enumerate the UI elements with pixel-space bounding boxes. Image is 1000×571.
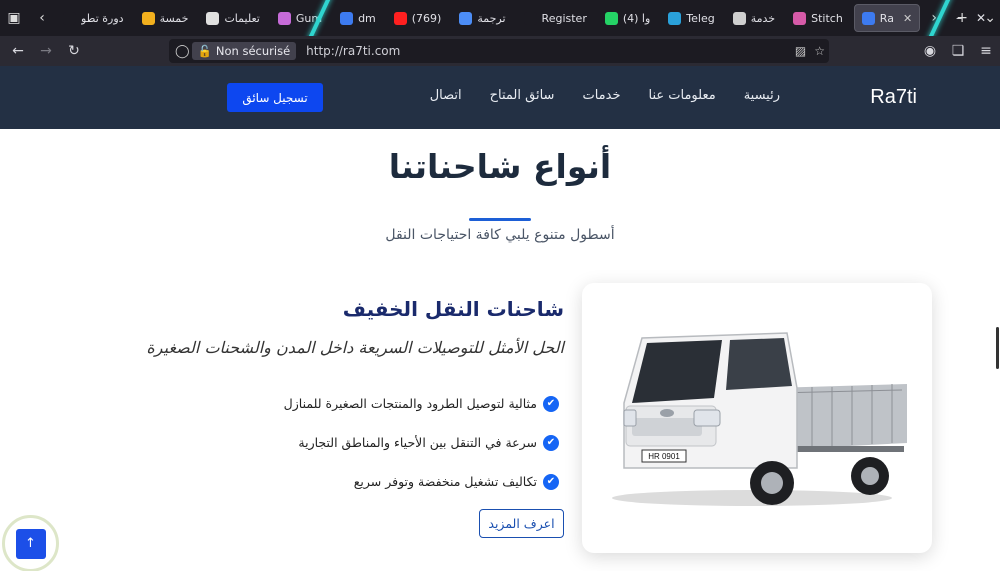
tab-label: (4) وا (622, 11, 651, 25)
feature-list: ✔ مثالية لتوصيل الطرود والمنتجات الصغيرة … (199, 384, 559, 501)
browser-tab[interactable]: dm (333, 4, 383, 32)
learn-more-button[interactable]: اعرف المزيد (479, 509, 564, 538)
browser-tab[interactable]: خدمة (726, 4, 782, 32)
nav-link[interactable]: اتصال (430, 88, 462, 103)
register-driver-button[interactable]: تسجيل سائق (227, 83, 323, 112)
feature-item: ✔ تكاليف تشغيل منخفضة وتوفر سريع (199, 462, 559, 501)
insecure-lock-icon: 🔓 (197, 44, 212, 58)
browser-tab[interactable]: Register (517, 4, 594, 32)
extensions-icon[interactable]: ❏ (944, 38, 972, 64)
tab-label: خدمة (750, 11, 776, 25)
truck-type-tagline: الحل الأمثل للتوصيلات السريعة داخل المدن… (146, 338, 564, 357)
nav-link[interactable]: سائق المتاح (490, 88, 555, 103)
main-menu: رئيسية معلومات عنا خدمات سائق المتاح اتصال (430, 88, 780, 103)
scroll-to-top-button[interactable]: ↑ (15, 528, 46, 559)
tab-label: dm (358, 11, 376, 25)
scroll-to-top-highlight: ↑ (2, 515, 59, 571)
menu-icon[interactable]: ≡ (972, 38, 1000, 64)
tab-favicon-icon (668, 11, 682, 25)
tab-label: Teleg (686, 11, 715, 25)
tab-label: ترجمة (477, 11, 506, 25)
truck-type-title: شاحنات النقل الخفيف (342, 297, 564, 321)
tab-label: (769) (411, 11, 442, 25)
browser-tab-bar: ▣ ‹ دورة تطو خمسة تعليمات Gum dm (769) ترجمة Re… (0, 0, 1000, 36)
license-plate: HR 0901 (648, 452, 680, 461)
nav-link[interactable]: خدمات (582, 88, 620, 103)
feature-item: ✔ مثالية لتوصيل الطرود والمنتجات الصغيرة … (199, 384, 559, 423)
account-icon[interactable]: ◉ (916, 38, 944, 64)
tab-favicon-icon (861, 11, 875, 25)
window-controls: – ✕ (956, 0, 986, 36)
url-text[interactable]: http://ra7ti.com (306, 44, 400, 58)
security-label: Non sécurisé (215, 44, 291, 58)
nav-link[interactable]: معلومات عنا (648, 88, 715, 103)
page-scrollbar[interactable] (996, 327, 999, 369)
browser-tab[interactable]: دورة تطو (56, 4, 131, 32)
url-actions: ▨ ☆ (795, 39, 825, 63)
tab-label: دورة تطو (81, 11, 124, 25)
check-circle-icon: ✔ (543, 473, 559, 490)
tab-favicon-icon (141, 11, 155, 25)
browser-tab[interactable]: تعليمات (199, 4, 266, 32)
scroll-tabs-left-icon[interactable]: ‹ (28, 4, 56, 32)
tab-label: Register (541, 11, 587, 25)
tab-favicon-icon (277, 11, 291, 25)
browser-tab[interactable]: Ra ✕ (853, 4, 921, 32)
back-icon[interactable]: ← (4, 38, 32, 64)
reload-icon[interactable]: ↻ (60, 38, 88, 64)
tab-favicon-icon (393, 11, 407, 25)
title-underline (469, 218, 531, 221)
tab-strip: دورة تطو خمسة تعليمات Gum dm (769) ترجمة Regist… (56, 4, 921, 32)
tab-favicon-icon (63, 11, 76, 25)
arrow-up-icon: ↑ (25, 536, 36, 551)
browser-tab[interactable]: خمسة (135, 4, 196, 32)
browser-tab[interactable]: Teleg (661, 4, 721, 32)
feature-item: ✔ سرعة في التنقل بين الأحياء والمناطق الت… (199, 423, 559, 462)
brand-logo[interactable]: Ra7ti (870, 86, 917, 109)
browser-tab[interactable]: (4) وا (598, 4, 657, 32)
site-header: Ra7ti رئيسية معلومات عنا خدمات سائق المتاح ا… (0, 66, 1000, 129)
bookmark-star-icon[interactable]: ☆ (814, 44, 825, 58)
tab-favicon-icon (459, 11, 473, 25)
security-indicator[interactable]: 🔓 Non sécurisé (191, 42, 297, 60)
minimize-icon[interactable]: – (956, 11, 962, 25)
page-title: أنواع شاحناتنا (388, 147, 612, 186)
tab-label: Ra (879, 11, 894, 25)
close-tab-icon[interactable]: ✕ (903, 12, 912, 25)
forward-icon[interactable]: → (32, 38, 60, 64)
toolbar-right: ◉ ❏ ≡ (916, 36, 1000, 66)
close-window-icon[interactable]: ✕ (976, 11, 986, 25)
translate-icon[interactable]: ▨ (795, 44, 806, 58)
truck-image: HR 0901 (612, 332, 907, 506)
page-subtitle: أسطول متنوع يلبي كافة احتياجات النقل (385, 227, 615, 243)
tab-favicon-icon (793, 11, 807, 25)
feature-text: تكاليف تشغيل منخفضة وتوفر سريع (353, 474, 537, 489)
tab-favicon-icon (206, 11, 220, 25)
browser-tab[interactable]: (769) (387, 4, 449, 32)
browser-tab[interactable]: Stitch (786, 4, 850, 32)
truck-image-card: HR 0901 (582, 283, 932, 553)
url-bar[interactable]: ◯ 🔓 Non sécurisé http://ra7ti.com ▨ ☆ (169, 39, 829, 63)
tab-label: Stitch (811, 11, 843, 25)
tab-favicon-icon (732, 11, 746, 25)
tab-favicon-icon (340, 11, 354, 25)
tab-favicon-icon (604, 11, 618, 25)
tab-label: خمسة (159, 11, 189, 25)
check-circle-icon: ✔ (543, 434, 559, 451)
shield-icon[interactable]: ◯ (175, 44, 190, 59)
browser-tab[interactable]: ترجمة (452, 4, 512, 32)
browser-nav-bar: ← → ↻ ◯ 🔓 Non sécurisé http://ra7ti.com … (0, 36, 1000, 66)
feature-text: مثالية لتوصيل الطرود والمنتجات الصغيرة ل… (283, 396, 537, 411)
tab-favicon-icon (523, 11, 537, 25)
feature-text: سرعة في التنقل بين الأحياء والمناطق التج… (298, 435, 537, 450)
check-circle-icon: ✔ (543, 395, 559, 412)
tab-list-icon[interactable]: ▣ (0, 4, 28, 32)
tab-label: تعليمات (224, 11, 260, 25)
nav-link[interactable]: رئيسية (744, 88, 780, 103)
